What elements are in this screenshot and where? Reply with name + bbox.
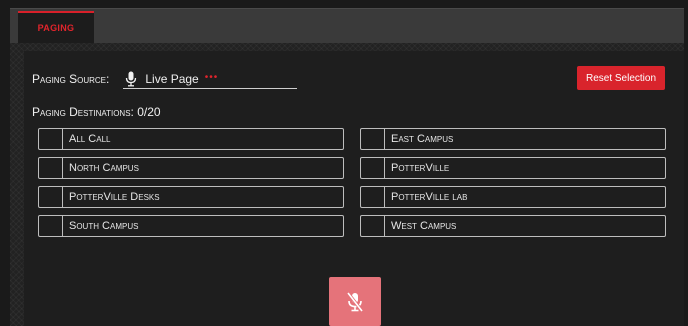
destination-name: West Campus: [391, 220, 457, 232]
destination-item[interactable]: North Campus: [38, 157, 344, 179]
paging-source-select[interactable]: Live Page •••: [123, 69, 298, 89]
microphone-off-icon: [346, 291, 364, 312]
microphone-icon: [126, 71, 137, 86]
mute-microphone-button[interactable]: [329, 277, 381, 326]
destination-name: South Campus: [69, 220, 139, 232]
destination-checkbox[interactable]: [361, 129, 385, 149]
paging-destinations-label: Paging Destinations: 0/20: [32, 105, 161, 119]
paging-source-label: Paging Source:: [32, 72, 110, 86]
destination-name: PotterVille: [391, 162, 450, 174]
tab-paging[interactable]: PAGING: [18, 11, 94, 43]
destination-checkbox[interactable]: [361, 216, 385, 236]
destination-name: All Call: [69, 133, 111, 145]
destination-item[interactable]: All Call: [38, 128, 344, 150]
destination-checkbox[interactable]: [361, 187, 385, 207]
destination-name: East Campus: [391, 133, 454, 145]
paging-source-value: Live Page: [145, 71, 199, 86]
destination-name: North Campus: [69, 162, 139, 174]
destination-item[interactable]: East Campus: [360, 128, 666, 150]
destination-item[interactable]: PotterVille Desks: [38, 186, 344, 208]
destination-item[interactable]: PotterVille lab: [360, 186, 666, 208]
destination-checkbox[interactable]: [39, 187, 63, 207]
more-dots-icon: •••: [204, 72, 219, 83]
destination-checkbox[interactable]: [39, 129, 63, 149]
destination-item[interactable]: PotterVille: [360, 157, 666, 179]
reset-selection-button[interactable]: Reset Selection: [577, 66, 665, 90]
destination-checkbox[interactable]: [39, 216, 63, 236]
destination-name: PotterVille lab: [391, 191, 468, 203]
paging-source-row: Paging Source: Live Page •••: [32, 69, 298, 89]
tab-bar: PAGING: [10, 8, 684, 43]
paging-panel: Paging Source: Live Page ••• Reset Selec…: [24, 51, 684, 326]
destination-item[interactable]: South Campus: [38, 215, 344, 237]
destination-checkbox[interactable]: [39, 158, 63, 178]
destination-checkbox[interactable]: [361, 158, 385, 178]
destination-item[interactable]: West Campus: [360, 215, 666, 237]
destination-name: PotterVille Desks: [69, 191, 160, 203]
